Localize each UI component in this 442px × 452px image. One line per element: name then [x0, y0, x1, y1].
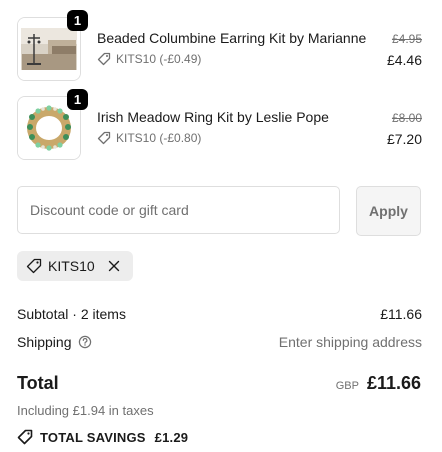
remove-code-button[interactable] [105, 257, 123, 275]
applied-discount-chip: KITS10 [17, 251, 133, 281]
product-name: Irish Meadow Ring Kit by Leslie Pope [97, 109, 329, 125]
shipping-value: Enter shipping address [278, 334, 422, 350]
discount-label: KITS10 (-£0.49) [116, 52, 202, 66]
savings-value: £1.29 [154, 429, 189, 445]
close-icon [108, 260, 119, 272]
total-amount-group: GBP £11.66 [336, 373, 421, 394]
subtotal-label: Subtotal · 2 items [17, 306, 126, 322]
subtotal-value: £11.66 [380, 306, 422, 322]
discounted-price: £7.20 [386, 131, 422, 147]
tag-icon [17, 429, 33, 445]
item-discount: KITS10 (-£0.49) [97, 52, 201, 66]
total-savings: TOTAL SAVINGS £1.29 [17, 429, 188, 445]
tag-icon [97, 131, 111, 145]
product-thumbnail: 1 [17, 10, 88, 81]
original-price: £4.95 [391, 32, 422, 46]
original-price: £8.00 [391, 111, 422, 125]
savings-label: TOTAL SAVINGS [40, 429, 146, 445]
tag-icon [26, 258, 42, 274]
discount-label: KITS10 (-£0.80) [116, 131, 202, 145]
tag-icon [97, 52, 111, 66]
currency-code: GBP [335, 380, 359, 392]
quantity-badge: 1 [67, 10, 88, 31]
discount-code-input[interactable] [17, 186, 340, 234]
help-icon[interactable] [78, 335, 92, 349]
applied-code-label: KITS10 [48, 258, 95, 274]
total-label: Total [17, 373, 59, 393]
product-name: Beaded Columbine Earring Kit by Marianne [97, 30, 367, 46]
product-thumbnail: 1 [17, 89, 88, 160]
total-value: £11.66 [366, 373, 421, 393]
line-item: 1 Beaded Columbine Earring Kit by Marian… [17, 10, 422, 83]
quantity-badge: 1 [67, 89, 88, 110]
line-item: 1 Irish Meadow Ring Kit by Leslie Pope K… [17, 89, 422, 162]
taxes-note: Including £1.94 in taxes [17, 403, 154, 418]
apply-button[interactable]: Apply [356, 186, 421, 236]
shipping-label-group: Shipping [17, 334, 92, 350]
shipping-label: Shipping [17, 334, 72, 350]
discounted-price: £4.46 [386, 52, 422, 68]
item-discount: KITS10 (-£0.80) [97, 131, 201, 145]
